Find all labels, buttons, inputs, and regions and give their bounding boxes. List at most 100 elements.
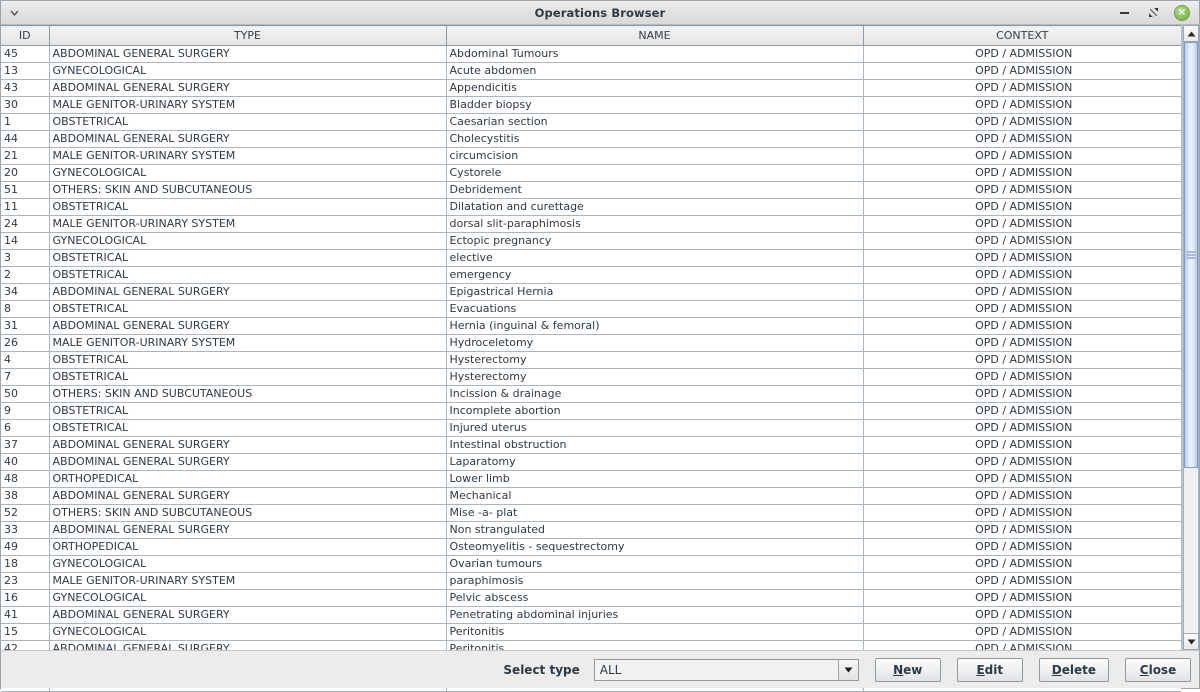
table-row[interactable]: 41 ABDOMINAL GENERAL SURGERY Penetrating a… — [1, 606, 1181, 624]
cell-id[interactable]: 23 — [1, 572, 50, 590]
cell-id[interactable]: 52 — [1, 504, 50, 522]
cell-name[interactable]: circumcision — [446, 147, 864, 165]
cell-context[interactable]: OPD / ADMISSION — [863, 62, 1181, 80]
table-row[interactable]: 20 GYNECOLOGICAL Cystorele OPD / ADMISSION — [1, 164, 1181, 182]
table-row[interactable]: 7 OBSTETRICAL Hysterectomy OPD / ADMISSION — [1, 368, 1181, 386]
cell-name[interactable]: Ovarian tumours — [446, 555, 864, 573]
cell-type[interactable]: OBSTETRICAL — [49, 249, 447, 267]
table-row[interactable]: 34 ABDOMINAL GENERAL SURGERY Epigastrical … — [1, 283, 1181, 301]
cell-name[interactable]: Cystorele — [446, 164, 864, 182]
close-button[interactable]: × — [1174, 4, 1190, 21]
cell-context[interactable]: OPD / ADMISSION — [863, 317, 1181, 335]
window-menu-icon[interactable] — [1, 10, 27, 16]
cell-name[interactable]: emergency — [446, 266, 864, 284]
cell-id[interactable]: 50 — [1, 385, 50, 403]
cell-id[interactable]: 49 — [1, 538, 50, 556]
cell-type[interactable]: OBSTETRICAL — [49, 351, 447, 369]
cell-name[interactable]: Evacuations — [446, 300, 864, 318]
cell-context[interactable]: OPD / ADMISSION — [863, 147, 1181, 165]
table-row[interactable]: 16 GYNECOLOGICAL Pelvic abscess OPD / ADMIS… — [1, 589, 1181, 607]
cell-id[interactable]: 8 — [1, 300, 50, 318]
cell-context[interactable]: OPD / ADMISSION — [863, 181, 1181, 199]
cell-name[interactable]: Epigastrical Hernia — [446, 283, 864, 301]
cell-context[interactable]: OPD / ADMISSION — [863, 521, 1181, 539]
cell-name[interactable]: Intestinal obstruction — [446, 436, 864, 454]
table-row[interactable]: 14 GYNECOLOGICAL Ectopic pregnancy OPD / AD… — [1, 232, 1181, 250]
table-row[interactable]: 45 ABDOMINAL GENERAL SURGERY Abdominal Tum… — [1, 45, 1181, 63]
cell-type[interactable]: OBSTETRICAL — [49, 419, 447, 437]
edit-button[interactable]: Edit — [956, 657, 1023, 682]
cell-type[interactable]: ORTHOPEDICAL — [49, 470, 447, 488]
cell-id[interactable]: 4 — [1, 351, 50, 369]
cell-type[interactable]: MALE GENITOR-URINARY SYSTEM — [49, 147, 447, 165]
cell-context[interactable]: OPD / ADMISSION — [863, 198, 1181, 216]
cell-type[interactable]: ABDOMINAL GENERAL SURGERY — [49, 79, 447, 97]
minimize-button[interactable] — [1116, 5, 1132, 21]
cell-context[interactable]: OPD / ADMISSION — [863, 351, 1181, 369]
cell-context[interactable]: OPD / ADMISSION — [863, 300, 1181, 318]
cell-type[interactable]: ABDOMINAL GENERAL SURGERY — [49, 317, 447, 335]
cell-name[interactable]: Incomplete abortion — [446, 402, 864, 420]
cell-name[interactable]: dorsal slit-paraphimosis — [446, 215, 864, 233]
table-row[interactable]: 26 MALE GENITOR-URINARY SYSTEM Hydroceleto… — [1, 334, 1181, 352]
cell-type[interactable]: OBSTETRICAL — [49, 368, 447, 386]
cell-name[interactable]: Laparatomy — [446, 453, 864, 471]
cell-context[interactable]: OPD / ADMISSION — [863, 249, 1181, 267]
cell-context[interactable]: OPD / ADMISSION — [863, 232, 1181, 250]
cell-context[interactable]: OPD / ADMISSION — [863, 555, 1181, 573]
cell-name[interactable]: elective — [446, 249, 864, 267]
table-row[interactable]: 21 MALE GENITOR-URINARY SYSTEM circumcisio… — [1, 147, 1181, 165]
cell-name[interactable]: Ectopic pregnancy — [446, 232, 864, 250]
table-row[interactable]: 52 OTHERS: SKIN AND SUBCUTANEOUS Mise -a- … — [1, 504, 1181, 522]
table-row[interactable]: 23 MALE GENITOR-URINARY SYSTEM paraphimosi… — [1, 572, 1181, 590]
cell-name[interactable]: Appendicitis — [446, 79, 864, 97]
cell-type[interactable]: ABDOMINAL GENERAL SURGERY — [49, 436, 447, 454]
cell-context[interactable]: OPD / ADMISSION — [863, 385, 1181, 403]
cell-id[interactable]: 41 — [1, 606, 50, 624]
cell-context[interactable]: OPD / ADMISSION — [863, 45, 1181, 63]
cell-context[interactable]: OPD / ADMISSION — [863, 572, 1181, 590]
table-row[interactable]: 33 ABDOMINAL GENERAL SURGERY Non strangula… — [1, 521, 1181, 539]
cell-type[interactable]: OBSTETRICAL — [49, 402, 447, 420]
cell-id[interactable]: 26 — [1, 334, 50, 352]
new-button[interactable]: New — [874, 657, 941, 682]
cell-context[interactable]: OPD / ADMISSION — [863, 436, 1181, 454]
cell-id[interactable]: 34 — [1, 283, 50, 301]
cell-context[interactable]: OPD / ADMISSION — [863, 130, 1181, 148]
cell-id[interactable]: 38 — [1, 487, 50, 505]
table-row[interactable]: 2 OBSTETRICAL emergency OPD / ADMISSION — [1, 266, 1181, 284]
cell-type[interactable]: MALE GENITOR-URINARY SYSTEM — [49, 96, 447, 114]
vertical-scrollbar[interactable] — [1182, 25, 1199, 650]
cell-context[interactable]: OPD / ADMISSION — [863, 470, 1181, 488]
cell-name[interactable]: Injured uterus — [446, 419, 864, 437]
cell-type[interactable]: OTHERS: SKIN AND SUBCUTANEOUS — [49, 504, 447, 522]
table-row[interactable]: 37 ABDOMINAL GENERAL SURGERY Intestinal ob… — [1, 436, 1181, 454]
cell-id[interactable]: 24 — [1, 215, 50, 233]
cell-type[interactable]: OTHERS: SKIN AND SUBCUTANEOUS — [49, 181, 447, 199]
cell-name[interactable]: Osteomyelitis - sequestrectomy — [446, 538, 864, 556]
table-row[interactable]: 11 OBSTETRICAL Dilatation and curettage OPD… — [1, 198, 1181, 216]
scrollbar-thumb[interactable] — [1184, 42, 1198, 468]
cell-id[interactable]: 40 — [1, 453, 50, 471]
cell-name[interactable]: Hysterectomy — [446, 368, 864, 386]
cell-id[interactable]: 2 — [1, 266, 50, 284]
scroll-down-button[interactable] — [1183, 633, 1199, 650]
cell-id[interactable]: 11 — [1, 198, 50, 216]
cell-type[interactable]: ABDOMINAL GENERAL SURGERY — [49, 487, 447, 505]
cell-context[interactable]: OPD / ADMISSION — [863, 96, 1181, 114]
cell-type[interactable]: ABDOMINAL GENERAL SURGERY — [49, 606, 447, 624]
column-header-context[interactable]: CONTEXT — [863, 25, 1181, 46]
cell-name[interactable]: Incission & drainage — [446, 385, 864, 403]
cell-context[interactable]: OPD / ADMISSION — [863, 419, 1181, 437]
cell-context[interactable]: OPD / ADMISSION — [863, 368, 1181, 386]
cell-context[interactable]: OPD / ADMISSION — [863, 266, 1181, 284]
cell-name[interactable]: Hysterectomy — [446, 351, 864, 369]
cell-name[interactable]: Debridement — [446, 181, 864, 199]
cell-context[interactable]: OPD / ADMISSION — [863, 164, 1181, 182]
cell-type[interactable]: OBSTETRICAL — [49, 300, 447, 318]
maximize-restore-button[interactable] — [1145, 5, 1161, 21]
cell-type[interactable]: GYNECOLOGICAL — [49, 555, 447, 573]
cell-id[interactable]: 37 — [1, 436, 50, 454]
cell-name[interactable]: Mise -a- plat — [446, 504, 864, 522]
cell-type[interactable]: GYNECOLOGICAL — [49, 589, 447, 607]
